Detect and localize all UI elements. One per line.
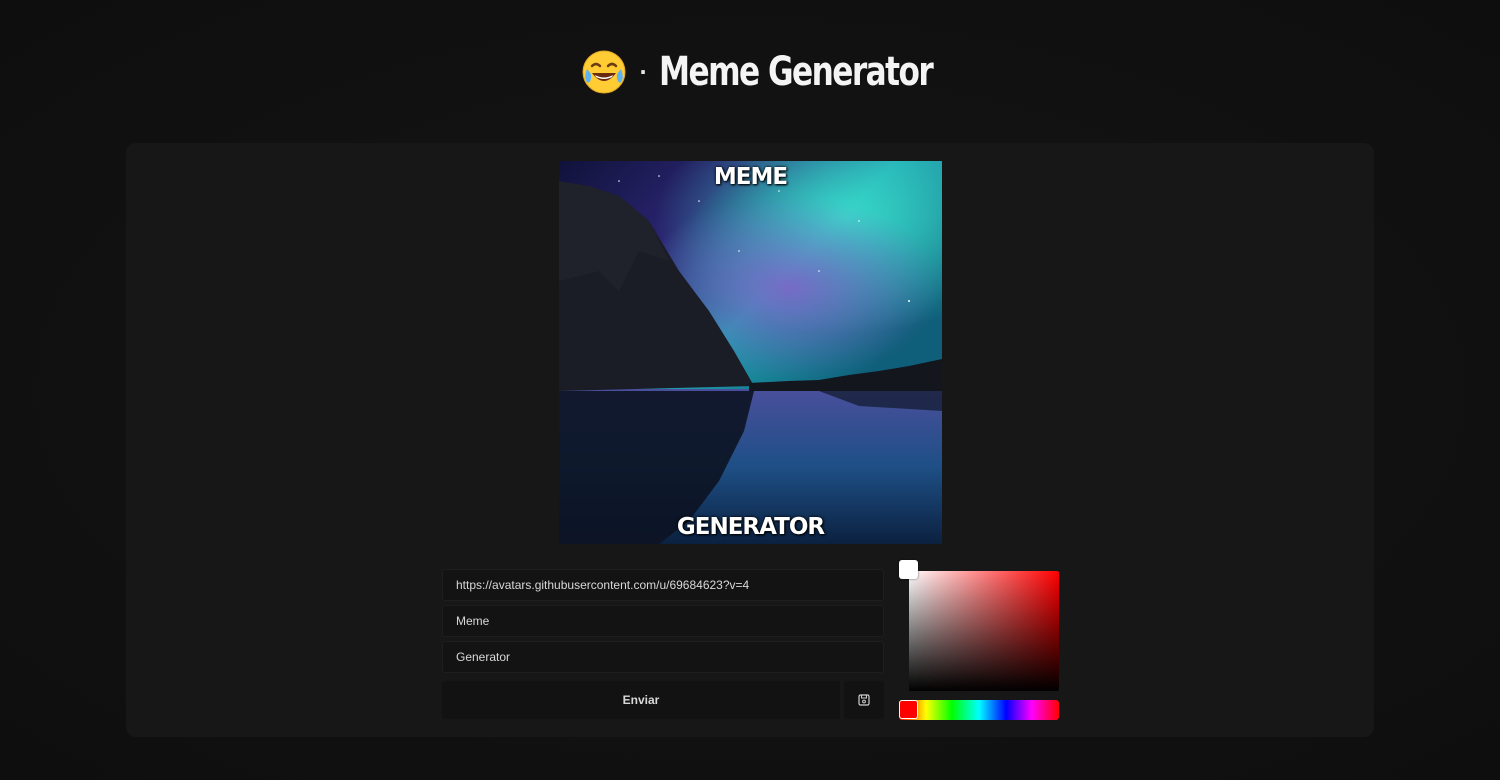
- save-icon: [858, 694, 870, 706]
- bottom-text-input[interactable]: [442, 641, 884, 673]
- image-url-input[interactable]: [442, 569, 884, 601]
- hue-handle[interactable]: [899, 700, 918, 719]
- title-separator: ·: [639, 60, 647, 84]
- app-header: · Meme Generator: [0, 44, 1500, 100]
- hue-slider[interactable]: [899, 700, 1059, 720]
- page: · Meme Generator MEME GENERATOR https://…: [0, 0, 1500, 780]
- color-saturation-area[interactable]: [899, 560, 1059, 691]
- meme-preview: MEME GENERATOR: [559, 161, 942, 544]
- meme-top-text: MEME: [713, 164, 788, 190]
- submit-button[interactable]: Enviar: [442, 681, 840, 719]
- saturation-handle[interactable]: [899, 560, 918, 579]
- form-actions: Enviar: [442, 681, 884, 719]
- meme-bottom-text: GENERATOR: [676, 514, 825, 540]
- top-text-input[interactable]: [442, 605, 884, 637]
- generator-card: MEME GENERATOR Enviar: [126, 143, 1374, 737]
- meme-background-image: [559, 161, 942, 544]
- laughing-emoji-icon: [581, 49, 627, 95]
- save-button[interactable]: [844, 681, 884, 719]
- meme-form: [442, 569, 884, 677]
- page-title: Meme Generator: [658, 49, 934, 95]
